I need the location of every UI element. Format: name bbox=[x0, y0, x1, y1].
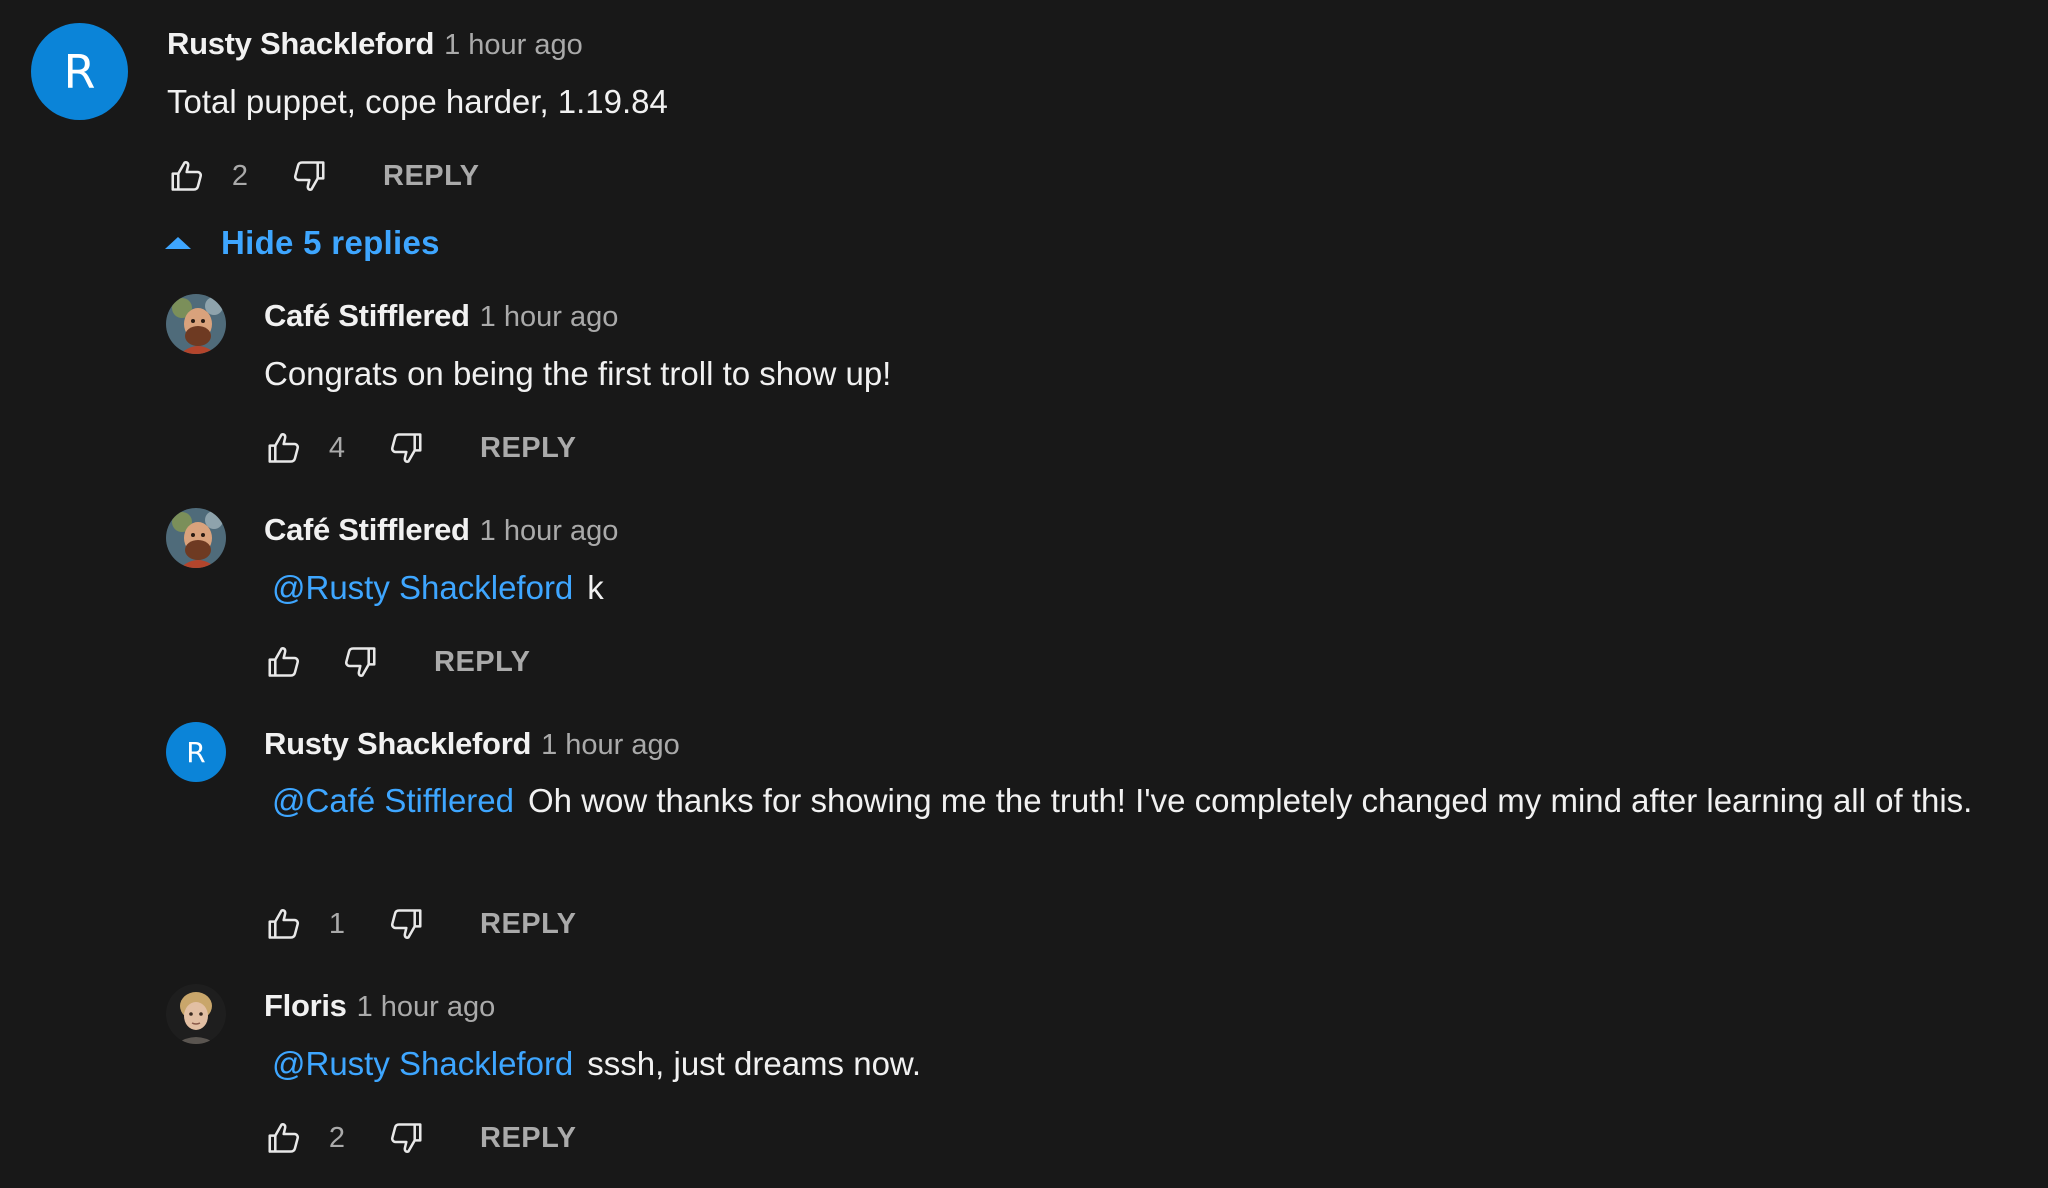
dislike-button[interactable] bbox=[386, 428, 426, 468]
reply-button[interactable]: REPLY bbox=[434, 646, 531, 679]
dislike-button[interactable] bbox=[386, 904, 426, 944]
comment-text: @Café Stifflered Oh wow thanks for showin… bbox=[264, 776, 2048, 825]
like-button[interactable] bbox=[167, 156, 207, 196]
mention-link[interactable]: @Café Stifflered bbox=[272, 782, 514, 819]
comment-text-body: sssh, just dreams now. bbox=[587, 1045, 922, 1082]
like-count: 2 bbox=[328, 1121, 346, 1154]
comment-header: Rusty Shackleford 1 hour ago bbox=[264, 726, 680, 762]
comment-text-body: k bbox=[587, 569, 604, 606]
avatar-letter: R bbox=[186, 735, 206, 769]
comment-header: Café Stifflered 1 hour ago bbox=[264, 512, 618, 548]
comment-text: @Rusty Shackleford sssh, just dreams now. bbox=[264, 1039, 921, 1088]
like-count: 2 bbox=[231, 159, 249, 192]
comment-text-body: Total puppet, cope harder, 1.19.84 bbox=[167, 83, 668, 120]
thumbs-up-icon bbox=[265, 905, 303, 943]
comment-time[interactable]: 1 hour ago bbox=[480, 301, 619, 334]
comment-header: Floris 1 hour ago bbox=[264, 988, 495, 1024]
reply-button[interactable]: REPLY bbox=[383, 160, 480, 193]
mention-link[interactable]: @Rusty Shackleford bbox=[272, 1045, 573, 1082]
hide-replies-label: Hide 5 replies bbox=[221, 224, 440, 261]
like-count: 4 bbox=[328, 431, 346, 464]
avatar[interactable] bbox=[166, 508, 226, 568]
like-count: 1 bbox=[328, 907, 346, 940]
comment-time[interactable]: 1 hour ago bbox=[357, 991, 496, 1024]
thumbs-down-icon bbox=[387, 429, 425, 467]
thumbs-up-icon bbox=[265, 1119, 303, 1157]
comment-author[interactable]: Floris bbox=[264, 988, 347, 1024]
comment-text: Congrats on being the first troll to sho… bbox=[264, 349, 891, 398]
avatar-photo bbox=[166, 294, 226, 354]
avatar-letter: R bbox=[63, 44, 96, 99]
comment-thread: R Rusty Shackleford 1 hour ago Total pup… bbox=[0, 0, 2048, 1188]
comment-actions: 4 REPLY bbox=[264, 426, 577, 470]
reply-button[interactable]: REPLY bbox=[480, 908, 577, 941]
avatar[interactable]: R bbox=[31, 23, 128, 120]
comment-header: Café Stifflered 1 hour ago bbox=[264, 298, 618, 334]
dislike-button[interactable] bbox=[289, 156, 329, 196]
reply-button[interactable]: REPLY bbox=[480, 432, 577, 465]
comment-text-body: Oh wow thanks for showing me the truth! … bbox=[528, 782, 1973, 819]
thumbs-down-icon bbox=[341, 643, 379, 681]
comment-time[interactable]: 1 hour ago bbox=[480, 515, 619, 548]
avatar[interactable] bbox=[166, 294, 226, 354]
thumbs-up-icon bbox=[265, 429, 303, 467]
comment-author[interactable]: Rusty Shackleford bbox=[264, 726, 531, 762]
thumbs-down-icon bbox=[387, 905, 425, 943]
avatar-photo bbox=[166, 508, 226, 568]
like-button[interactable] bbox=[264, 428, 304, 468]
comment-author[interactable]: Café Stifflered bbox=[264, 298, 470, 334]
dislike-button[interactable] bbox=[340, 642, 380, 682]
hide-replies-toggle[interactable]: Hide 5 replies bbox=[163, 224, 440, 262]
comment-time[interactable]: 1 hour ago bbox=[444, 29, 583, 62]
comment-actions: 2 REPLY bbox=[264, 1116, 577, 1160]
avatar[interactable] bbox=[166, 984, 226, 1044]
dislike-button[interactable] bbox=[386, 1118, 426, 1158]
comment-actions: REPLY bbox=[264, 640, 531, 684]
thumbs-up-icon bbox=[168, 157, 206, 195]
like-button[interactable] bbox=[264, 1118, 304, 1158]
comment-header: Rusty Shackleford 1 hour ago bbox=[167, 26, 583, 62]
avatar[interactable]: R bbox=[166, 722, 226, 782]
comment-author[interactable]: Café Stifflered bbox=[264, 512, 470, 548]
reply-button[interactable]: REPLY bbox=[480, 1122, 577, 1155]
comment-text-body: Congrats on being the first troll to sho… bbox=[264, 355, 892, 392]
thumbs-down-icon bbox=[290, 157, 328, 195]
comment-actions: 1 REPLY bbox=[264, 902, 577, 946]
thumbs-down-icon bbox=[387, 1119, 425, 1157]
comment-actions: 2 REPLY bbox=[167, 154, 480, 198]
like-button[interactable] bbox=[264, 904, 304, 944]
comment-author[interactable]: Rusty Shackleford bbox=[167, 26, 434, 62]
mention-link[interactable]: @Rusty Shackleford bbox=[272, 569, 573, 606]
like-button[interactable] bbox=[264, 642, 304, 682]
comment-text: @Rusty Shackleford k bbox=[264, 563, 604, 612]
avatar-photo bbox=[166, 984, 226, 1044]
caret-up-icon bbox=[165, 237, 191, 249]
thumbs-up-icon bbox=[265, 643, 303, 681]
comment-time[interactable]: 1 hour ago bbox=[541, 729, 680, 762]
comment-text: Total puppet, cope harder, 1.19.84 bbox=[167, 77, 668, 126]
